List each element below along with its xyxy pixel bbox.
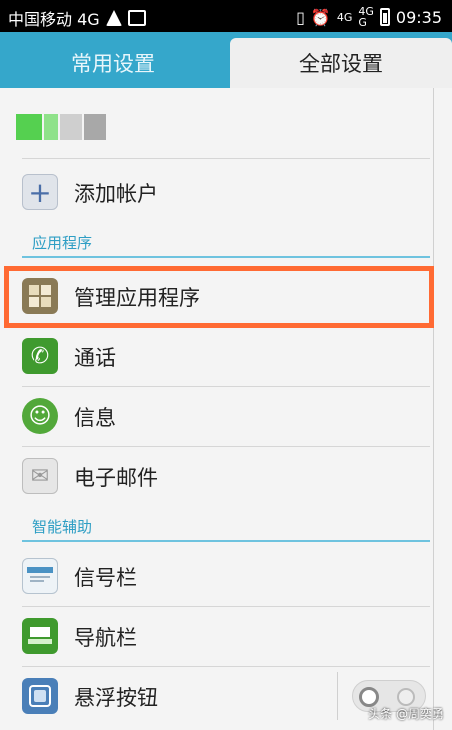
blur-block xyxy=(60,114,82,140)
navigation-bar-label: 导航栏 xyxy=(74,626,137,650)
manage-apps-row[interactable]: 管理应用程序 xyxy=(0,266,452,326)
image-icon xyxy=(127,10,146,26)
blurred-account-name xyxy=(16,114,106,140)
network-right: 4G G xyxy=(358,5,374,29)
phone-row[interactable]: ✆ 通话 xyxy=(0,326,452,386)
add-account-label: 添加帐户 xyxy=(74,182,158,206)
settings-tabs: 常用设置 全部设置 xyxy=(0,32,452,88)
alert-icon xyxy=(105,10,122,26)
section-line xyxy=(22,540,430,542)
tab-common-settings[interactable]: 常用设置 xyxy=(0,38,226,88)
email-label: 电子邮件 xyxy=(74,466,158,490)
section-line xyxy=(22,256,430,258)
section-header-apps: 应用程序 xyxy=(32,234,93,252)
account-row[interactable] xyxy=(0,98,452,160)
blur-block xyxy=(84,114,106,140)
message-label: 信息 xyxy=(74,406,116,430)
vibrate-icon: ▯ xyxy=(296,7,305,27)
signal-bar-label: 信号栏 xyxy=(74,566,137,590)
email-icon: ✉ xyxy=(22,458,58,494)
signal-bar-row[interactable]: 信号栏 xyxy=(0,546,452,606)
tab-all-settings[interactable]: 全部设置 xyxy=(230,38,452,88)
navigation-bar-row[interactable]: 导航栏 xyxy=(0,606,452,666)
phone-icon: ✆ xyxy=(22,338,58,374)
navigation-bar-icon xyxy=(22,618,58,654)
section-header-assist: 智能辅助 xyxy=(32,518,93,536)
plus-icon: + xyxy=(22,174,58,210)
phone-label: 通话 xyxy=(74,346,116,370)
message-icon: ☺ xyxy=(22,398,58,434)
message-row[interactable]: ☺ 信息 xyxy=(0,386,452,446)
blur-block xyxy=(16,114,42,140)
signal-bar-icon xyxy=(22,558,58,594)
toggle-separator xyxy=(337,672,338,720)
network-left: 4G xyxy=(336,10,353,24)
blur-block xyxy=(44,114,58,140)
status-bar: 中国移动 4G ▯ ⏰ 4G 4G G 09:35 xyxy=(0,0,452,32)
floating-button-icon xyxy=(22,678,58,714)
battery-icon xyxy=(379,8,390,26)
add-account-row[interactable]: + 添加帐户 xyxy=(0,162,452,222)
clock-time: 09:35 xyxy=(395,7,442,27)
settings-list: + 添加帐户 应用程序 管理应用程序 ✆ 通话 ☺ 信息 ✉ 电子邮件 智能辅助… xyxy=(0,88,452,730)
alarm-icon: ⏰ xyxy=(310,7,331,27)
divider xyxy=(22,158,430,159)
floating-button-label: 悬浮按钮 xyxy=(74,686,158,710)
toggle-off-indicator xyxy=(397,688,415,706)
manage-apps-icon xyxy=(22,278,58,314)
email-row[interactable]: ✉ 电子邮件 xyxy=(0,446,452,506)
manage-apps-label: 管理应用程序 xyxy=(74,286,200,310)
carrier-text: 中国移动 4G xyxy=(8,10,100,29)
watermark: 头条 @周奕勇 xyxy=(368,707,444,721)
toggle-knob xyxy=(359,687,379,707)
